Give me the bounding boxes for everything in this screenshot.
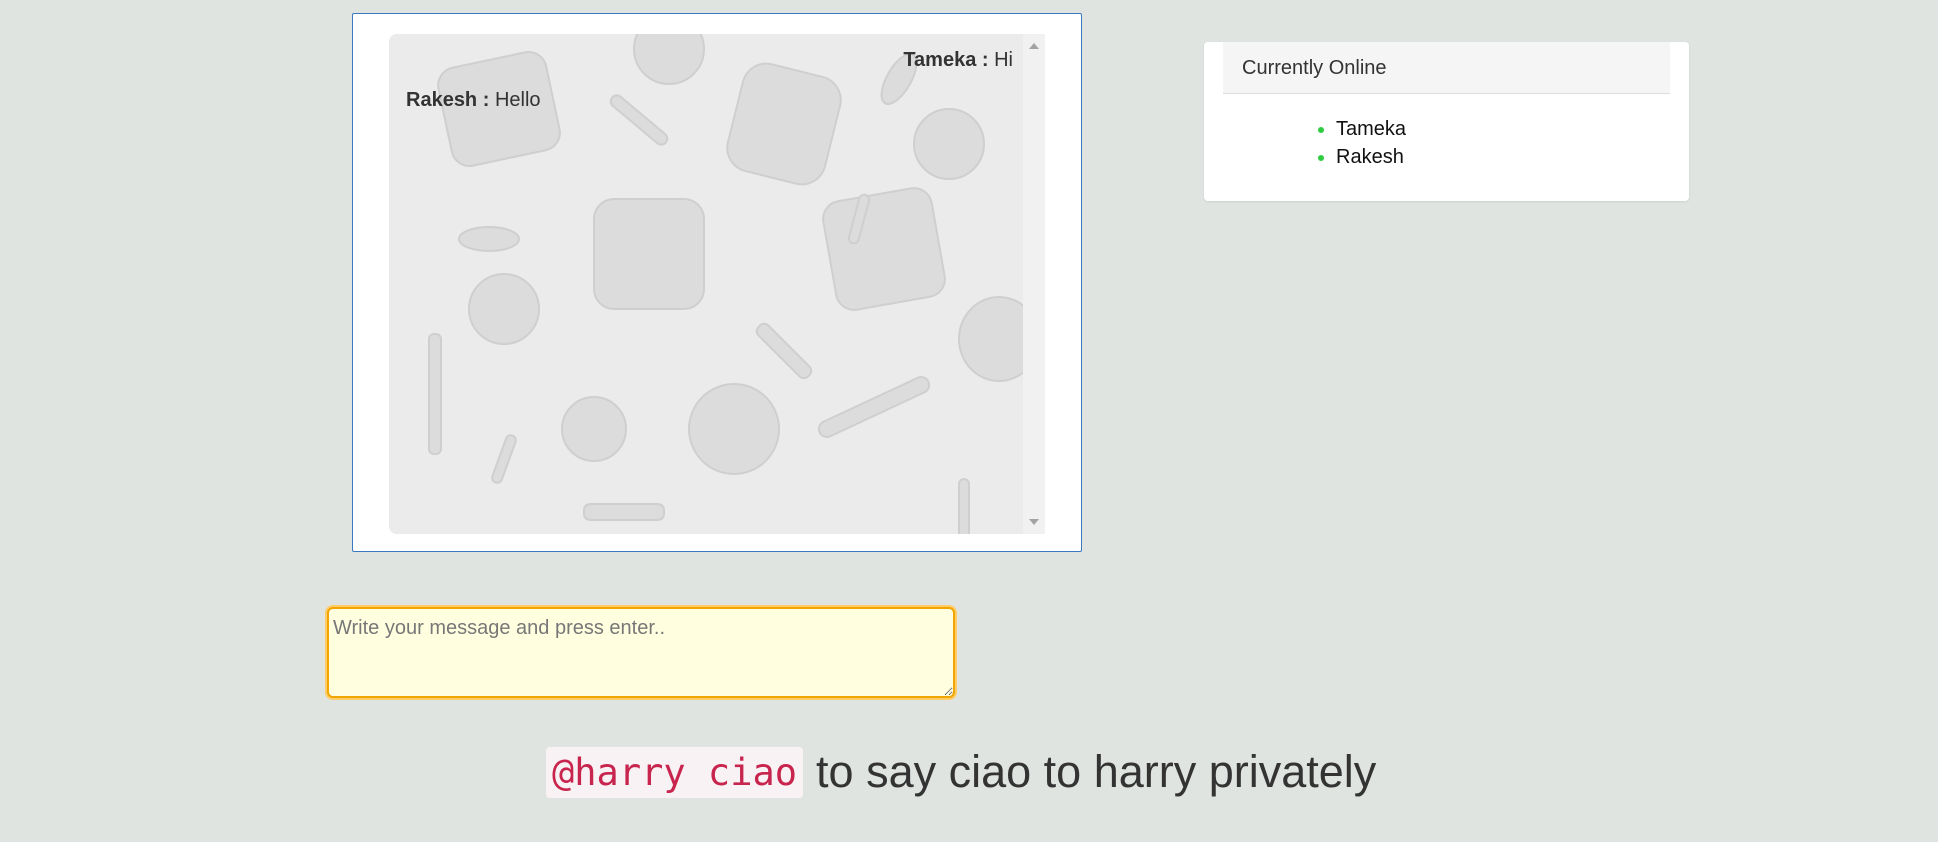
online-panel-title: Currently Online — [1223, 42, 1670, 94]
chat-panel: Tameka : Hi Rakesh : Hello — [352, 13, 1082, 552]
scroll-up-arrow-icon[interactable] — [1029, 43, 1039, 49]
chat-page: Tameka : Hi Rakesh : Hello Currently Onl… — [0, 0, 1938, 842]
chat-message: Tameka : Hi — [903, 49, 1013, 72]
message-username: Rakesh — [406, 89, 478, 111]
online-status-dot-icon — [1318, 127, 1324, 133]
message-username: Tameka — [903, 49, 977, 71]
message-text: Hello — [494, 89, 541, 111]
message-separator: : — [477, 89, 495, 111]
online-user-name: Rakesh — [1336, 146, 1404, 168]
hint-command-example: @harry ciao — [546, 746, 804, 798]
hint-description: to say ciao to harry privately — [816, 746, 1377, 797]
online-user-item: Tameka — [1310, 115, 1406, 143]
chat-scrollbar[interactable] — [1023, 34, 1045, 534]
message-text: Hi — [994, 49, 1013, 71]
chat-messages-area[interactable]: Tameka : Hi Rakesh : Hello — [389, 34, 1023, 534]
message-separator: : — [976, 49, 995, 71]
online-users-list: Tameka Rakesh — [1310, 115, 1406, 171]
chat-message: Rakesh : Hello — [406, 89, 541, 112]
online-user-name: Tameka — [1336, 118, 1407, 140]
online-status-dot-icon — [1318, 155, 1324, 161]
scroll-down-arrow-icon[interactable] — [1029, 519, 1039, 525]
online-users-panel: Currently Online Tameka Rakesh — [1204, 42, 1689, 201]
online-user-item: Rakesh — [1310, 143, 1406, 171]
private-message-hint: @harry ciao to say ciao to harry private… — [546, 744, 1376, 800]
message-input[interactable] — [327, 607, 955, 698]
